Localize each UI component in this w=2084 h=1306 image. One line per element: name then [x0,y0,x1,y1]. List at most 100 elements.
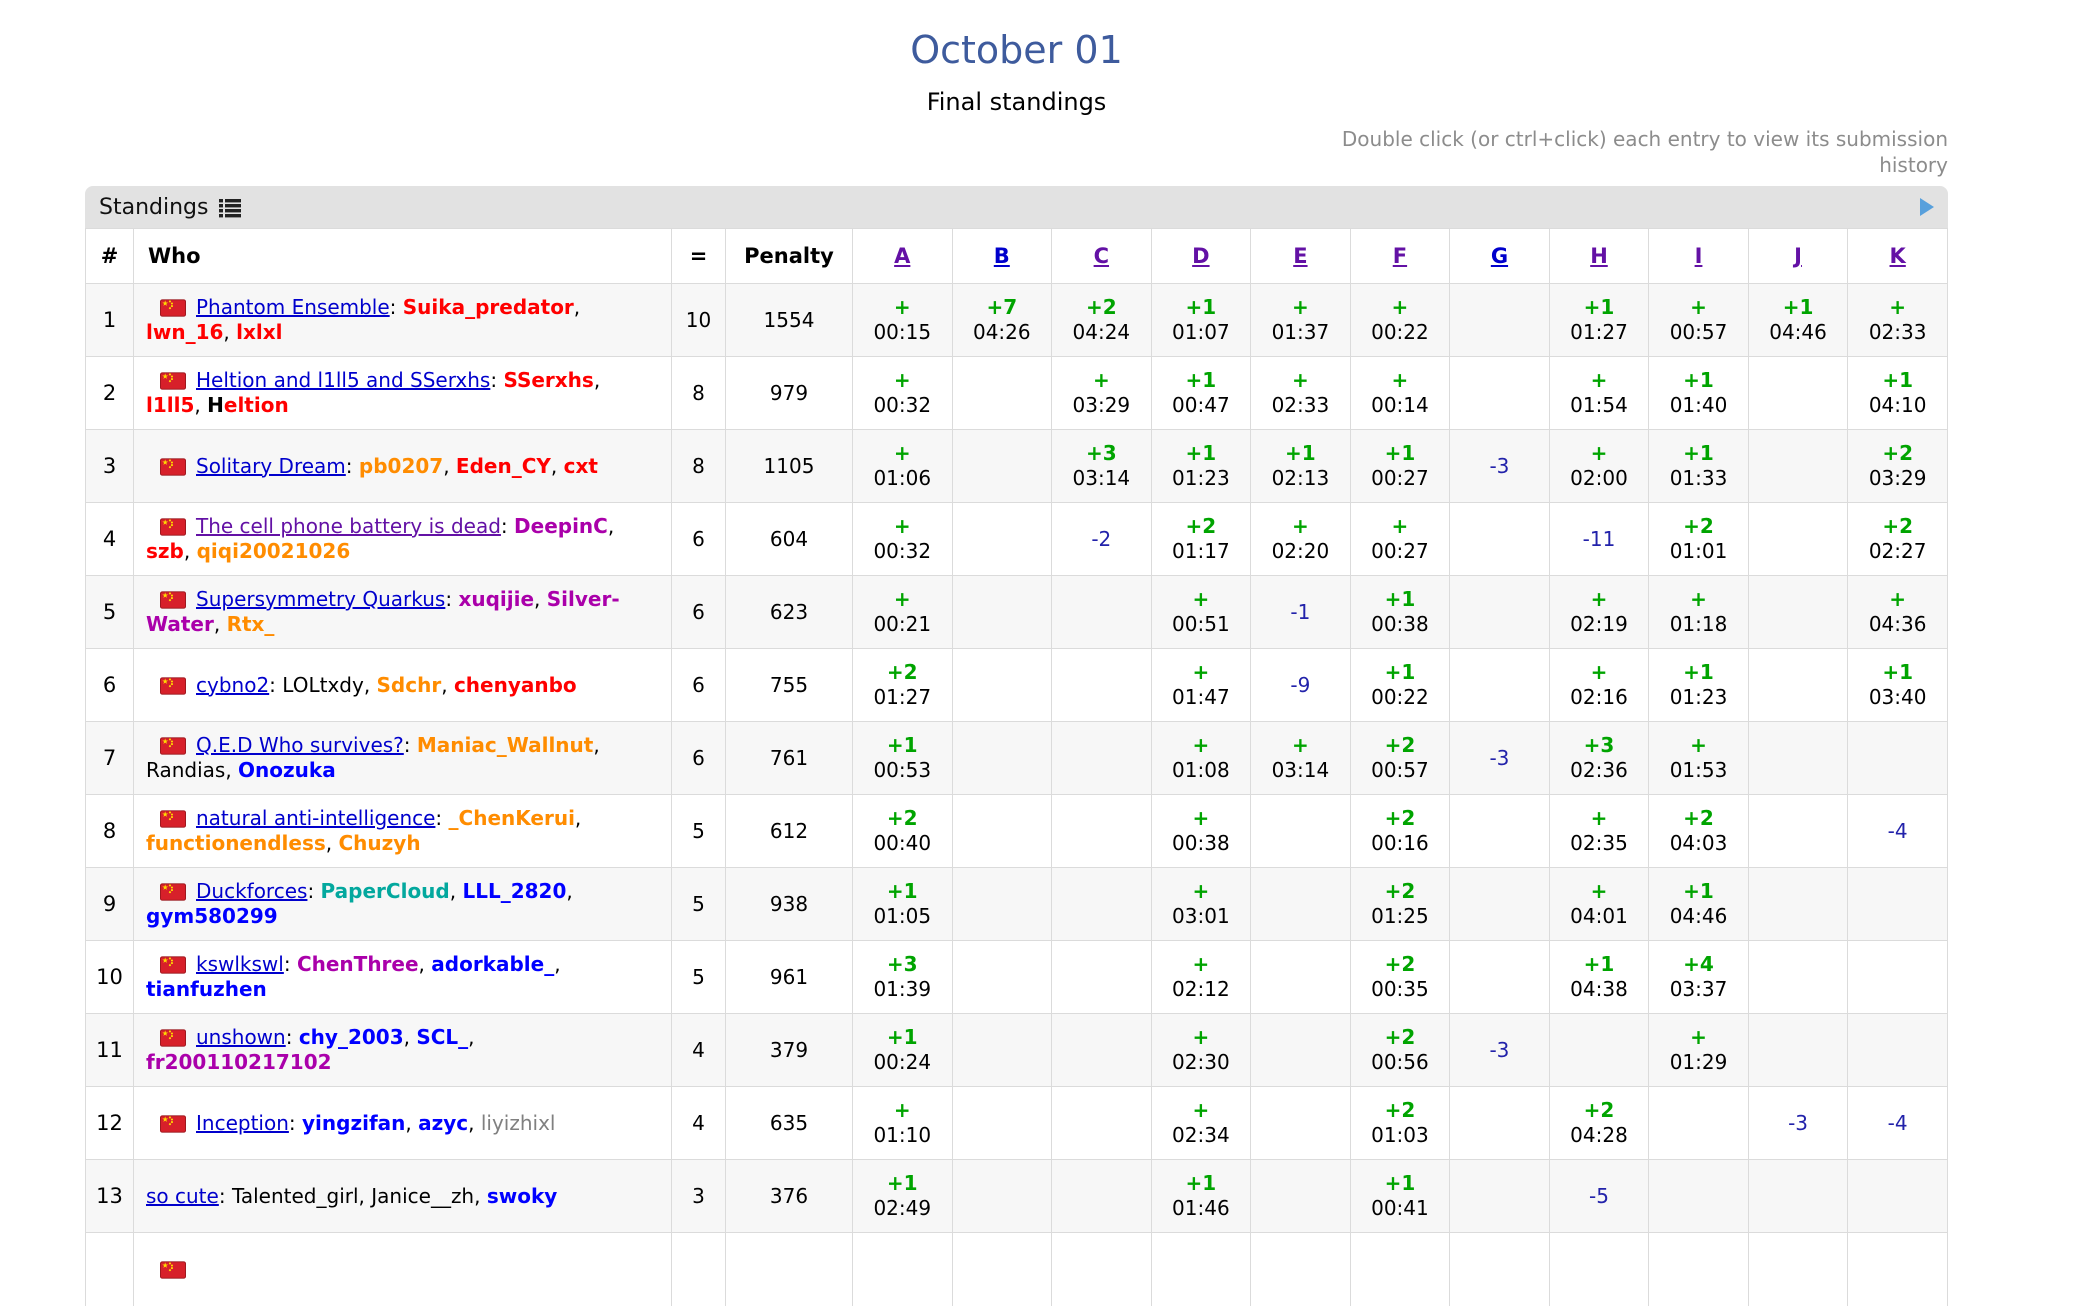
problem-cell-b[interactable] [952,1233,1052,1306]
member-name[interactable]: gym580299 [146,904,278,928]
team-cell[interactable]: Heltion and l1ll5 and SSerxhs: SSerxhs, … [134,357,672,430]
problem-cell-h[interactable]: +101:27 [1549,284,1649,357]
problem-cell-h[interactable]: +02:00 [1549,430,1649,503]
problem-cell-g[interactable] [1450,284,1550,357]
problem-cell-e[interactable] [1251,868,1351,941]
problem-link[interactable]: E [1293,244,1307,268]
problem-cell-g[interactable] [1450,1233,1550,1306]
problem-cell-a[interactable]: +100:53 [853,722,953,795]
problem-cell-f[interactable]: +00:14 [1350,357,1450,430]
problem-cell-c[interactable]: +03:29 [1052,357,1152,430]
problem-cell-i[interactable]: +01:53 [1649,722,1749,795]
problem-cell-j[interactable] [1748,1160,1848,1233]
problem-cell-g[interactable] [1450,649,1550,722]
problem-cell-b[interactable] [952,868,1052,941]
problem-cell-f[interactable]: +100:38 [1350,576,1450,649]
team-link[interactable]: Inception [196,1111,289,1135]
problem-cell-f[interactable]: +100:22 [1350,649,1450,722]
member-name[interactable]: fr200110217102 [146,1050,332,1074]
table-row[interactable]: 13so cute: Talented_girl, Janice__zh, sw… [86,1160,1948,1233]
team-cell[interactable]: Inception: yingzifan, azyc, liyizhixl [134,1087,672,1160]
problem-cell-b[interactable] [952,1160,1052,1233]
problem-cell-e[interactable]: -1 [1251,576,1351,649]
problem-cell-e[interactable] [1251,941,1351,1014]
problem-cell-j[interactable] [1748,722,1848,795]
problem-cell-e[interactable]: +03:14 [1251,722,1351,795]
problem-cell-d[interactable]: +02:30 [1151,1014,1251,1087]
problem-cell-j[interactable] [1748,1233,1848,1306]
problem-cell-h[interactable]: +02:16 [1549,649,1649,722]
table-row[interactable]: 11unshown: chy_2003, SCL_, fr20011021710… [86,1014,1948,1087]
member-name[interactable]: Sdchr [377,673,442,697]
team-link[interactable]: kswlkswl [196,952,284,976]
member-name[interactable]: Chuzyh [339,831,421,855]
problem-cell-a[interactable] [853,1233,953,1306]
member-name[interactable]: tianfuzhen [146,977,267,1001]
problem-cell-j[interactable] [1748,357,1848,430]
member-name[interactable]: Rtx_ [227,612,275,636]
team-cell[interactable] [134,1233,672,1306]
table-row[interactable]: 5Supersymmetry Quarkus: xuqijie, Silver-… [86,576,1948,649]
problem-cell-h[interactable] [1549,1233,1649,1306]
problem-cell-c[interactable] [1052,649,1152,722]
problem-cell-f[interactable]: +200:16 [1350,795,1450,868]
problem-cell-a[interactable]: +01:10 [853,1087,953,1160]
member-name[interactable]: PaperCloud [321,879,450,903]
problem-cell-b[interactable] [952,1014,1052,1087]
problem-cell-e[interactable] [1251,795,1351,868]
problem-cell-c[interactable]: +204:24 [1052,284,1152,357]
problem-cell-h[interactable]: +02:19 [1549,576,1649,649]
problem-cell-k[interactable] [1848,1014,1948,1087]
team-cell[interactable]: Supersymmetry Quarkus: xuqijie, Silver-W… [134,576,672,649]
member-name[interactable]: functionendless [146,831,326,855]
member-name[interactable]: swoky [487,1184,557,1208]
member-name[interactable]: Onozuka [238,758,336,782]
problem-cell-k[interactable]: +202:27 [1848,503,1948,576]
problem-cell-b[interactable] [952,1087,1052,1160]
team-cell[interactable]: natural anti-intelligence: _ChenKerui, f… [134,795,672,868]
problem-cell-h[interactable]: +302:36 [1549,722,1649,795]
problem-link[interactable]: G [1491,244,1508,268]
member-name[interactable]: Janice__zh [371,1184,474,1208]
problem-cell-b[interactable] [952,795,1052,868]
problem-cell-e[interactable] [1251,1014,1351,1087]
problem-cell-e[interactable]: -9 [1251,649,1351,722]
table-row[interactable] [86,1233,1948,1306]
problem-cell-c[interactable]: +303:14 [1052,430,1152,503]
member-name[interactable]: xuqijie [458,587,534,611]
team-cell[interactable]: Solitary Dream: pb0207, Eden_CY, cxt [134,430,672,503]
problem-cell-b[interactable] [952,430,1052,503]
member-name[interactable]: DeepinC [514,514,608,538]
problem-cell-a[interactable]: +101:05 [853,868,953,941]
problem-cell-f[interactable]: +100:27 [1350,430,1450,503]
team-link[interactable]: Solitary Dream [196,454,346,478]
problem-cell-g[interactable] [1450,1160,1550,1233]
problem-cell-d[interactable]: +00:51 [1151,576,1251,649]
team-link[interactable]: unshown [196,1025,286,1049]
table-row[interactable]: 1Phantom Ensemble: Suika_predator, lwn_1… [86,284,1948,357]
problem-cell-i[interactable]: +101:40 [1649,357,1749,430]
problem-cell-d[interactable]: +01:47 [1151,649,1251,722]
problem-cell-g[interactable]: -3 [1450,1014,1550,1087]
team-link[interactable]: Supersymmetry Quarkus [196,587,445,611]
problem-cell-d[interactable]: +03:01 [1151,868,1251,941]
problem-cell-f[interactable]: +00:22 [1350,284,1450,357]
problem-cell-b[interactable]: +704:26 [952,284,1052,357]
team-cell[interactable]: cybno2: LOLtxdy, Sdchr, chenyanbo [134,649,672,722]
problem-cell-g[interactable] [1450,868,1550,941]
team-cell[interactable]: kswlkswl: ChenThree, adorkable_, tianfuz… [134,941,672,1014]
team-link[interactable]: Duckforces [196,879,307,903]
member-name[interactable]: Randias [146,758,225,782]
problem-cell-i[interactable]: +201:01 [1649,503,1749,576]
problem-cell-d[interactable]: +02:12 [1151,941,1251,1014]
problem-cell-h[interactable]: +04:01 [1549,868,1649,941]
problem-cell-k[interactable] [1848,941,1948,1014]
problem-cell-d[interactable]: +00:38 [1151,795,1251,868]
problem-link[interactable]: C [1094,244,1109,268]
problem-cell-j[interactable] [1748,430,1848,503]
member-name[interactable]: ChenThree [297,952,419,976]
member-name[interactable]: Talented_girl [232,1184,359,1208]
problem-link[interactable]: I [1695,244,1703,268]
table-row[interactable]: 2Heltion and l1ll5 and SSerxhs: SSerxhs,… [86,357,1948,430]
problem-cell-i[interactable] [1649,1087,1749,1160]
